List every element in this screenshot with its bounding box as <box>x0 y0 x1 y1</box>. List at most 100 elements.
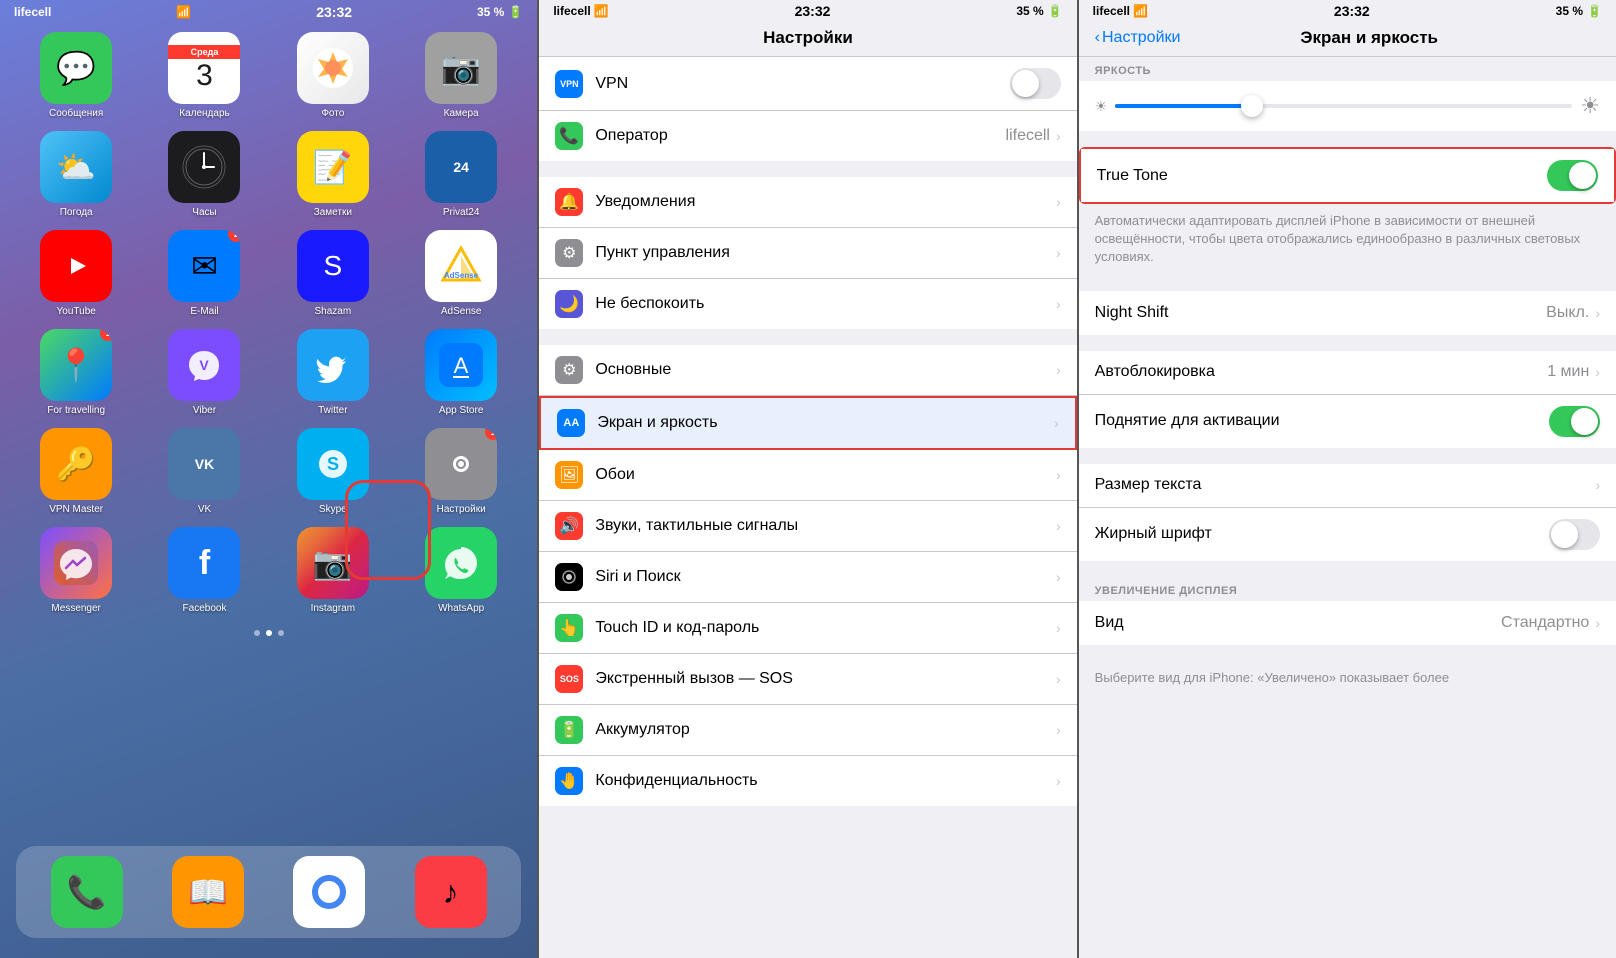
app-appstore[interactable]: A App Store <box>401 329 521 416</box>
app-weather[interactable]: ⛅ Погода <box>16 131 136 218</box>
settings-row-dnd[interactable]: 🌙 Не беспокоить › <box>539 279 1076 329</box>
app-messages[interactable]: 💬 Сообщения <box>16 32 136 119</box>
settings-row-truetone[interactable]: True Tone <box>1081 149 1614 202</box>
app-calendar[interactable]: Среда 3 Календарь <box>144 32 264 119</box>
app-twitter[interactable]: Twitter <box>273 329 393 416</box>
battery-label: Аккумулятор <box>595 721 1056 739</box>
app-camera[interactable]: 📷 Камера <box>401 32 521 119</box>
settings-row-wallpaper[interactable]: 🖼 Обои › <box>539 450 1076 501</box>
dock-chrome[interactable] <box>293 856 365 928</box>
svg-text:A: A <box>454 353 469 378</box>
notifications-chevron: › <box>1056 194 1061 210</box>
siri-label: Siri и Поиск <box>595 568 1056 586</box>
app-vk-label: VK <box>198 504 211 515</box>
settings-row-display[interactable]: AA Экран и яркость › <box>539 396 1076 450</box>
app-notes[interactable]: 📝 Заметки <box>273 131 393 218</box>
svg-text:V: V <box>200 357 210 373</box>
app-messenger[interactable]: Messenger <box>16 527 136 614</box>
email-badge: 2 <box>228 230 240 242</box>
time-home: 23:32 <box>316 4 352 20</box>
dock-phone[interactable]: 📞 <box>51 856 123 928</box>
app-vk[interactable]: VK VK <box>144 428 264 515</box>
settings-row-sos[interactable]: SOS Экстренный вызов — SOS › <box>539 654 1076 705</box>
settings-row-control[interactable]: ⚙ Пункт управления › <box>539 228 1076 279</box>
settings-row-notifications[interactable]: 🔔 Уведомления › <box>539 177 1076 228</box>
settings-row-touchid[interactable]: 👆 Touch ID и код-пароль › <box>539 603 1076 654</box>
app-maps-icon: 📍 1 <box>40 329 112 401</box>
app-clock-label: Часы <box>192 207 216 218</box>
app-youtube[interactable]: YouTube <box>16 230 136 317</box>
app-clock[interactable]: Часы <box>144 131 264 218</box>
app-vpnmaster-icon: 🔑 <box>40 428 112 500</box>
app-viber[interactable]: V Viber <box>144 329 264 416</box>
bold-toggle[interactable] <box>1549 519 1600 550</box>
textsize-label: Размер текста <box>1095 476 1596 494</box>
display-settings-content: ЯРКОСТЬ ☀ ☀ True Tone Автоматически адап… <box>1079 57 1616 958</box>
settings-row-raisewake[interactable]: Поднятие для активации <box>1079 395 1616 448</box>
app-adsense[interactable]: AdSense AdSense <box>401 230 521 317</box>
app-privat24[interactable]: 24 Privat24 <box>401 131 521 218</box>
settings-row-sounds[interactable]: 🔊 Звуки, тактильные сигналы › <box>539 501 1076 552</box>
back-button[interactable]: ‹ Настройки <box>1095 29 1181 47</box>
battery-icon-home: 🔋 <box>508 5 523 19</box>
wallpaper-icon: 🖼 <box>555 461 583 489</box>
app-photos[interactable]: Фото <box>273 32 393 119</box>
settings-row-vpn[interactable]: VPN VPN <box>539 57 1076 111</box>
dock-music[interactable]: ♪ <box>415 856 487 928</box>
app-photos-icon <box>297 32 369 104</box>
truetone-toggle[interactable] <box>1547 160 1598 191</box>
zoom-description: Выберите вид для iPhone: «Увеличено» пок… <box>1079 661 1616 695</box>
settings-row-view[interactable]: Вид Стандартно › <box>1079 601 1616 645</box>
nightshift-value: Выкл. <box>1546 304 1589 322</box>
settings-row-operator[interactable]: 📞 Оператор lifecell › <box>539 111 1076 161</box>
app-email[interactable]: ✉ 2 E-Mail <box>144 230 264 317</box>
wifi-icon-display: 📶 <box>1133 4 1148 18</box>
settings-row-privacy[interactable]: 🤚 Конфиденциальность › <box>539 756 1076 806</box>
dock-phone-icon: 📞 <box>51 856 123 928</box>
dock-books[interactable]: 📖 <box>172 856 244 928</box>
dnd-label: Не беспокоить <box>595 295 1056 313</box>
app-appstore-label: App Store <box>439 405 483 416</box>
brightness-section-header: ЯРКОСТЬ <box>1079 57 1616 81</box>
raisewake-label: Поднятие для активации <box>1095 412 1549 430</box>
brightness-thumb[interactable] <box>1241 95 1263 117</box>
vpn-icon: VPN <box>555 70 583 98</box>
nightshift-label: Night Shift <box>1095 304 1547 322</box>
time-display: 23:32 <box>1334 3 1370 19</box>
settings-row-autolock[interactable]: Автоблокировка 1 мин › <box>1079 351 1616 395</box>
brightness-fill <box>1115 104 1252 108</box>
settings-row-nightshift[interactable]: Night Shift Выкл. › <box>1079 291 1616 335</box>
dock: 📞 📖 ♪ <box>16 846 521 938</box>
raisewake-toggle[interactable] <box>1549 406 1600 437</box>
operator-icon: 📞 <box>555 122 583 150</box>
vpn-toggle[interactable] <box>1010 68 1061 99</box>
brightness-track[interactable] <box>1115 104 1572 108</box>
zoom-section-header: УВЕЛИЧЕНИЕ ДИСПЛЕЯ <box>1079 577 1616 601</box>
app-calendar-label: Календарь <box>179 108 229 119</box>
calendar-day-num: 3 <box>196 61 213 91</box>
carrier-home: lifecell <box>14 5 51 19</box>
battery-pct-display: 35 % <box>1556 4 1583 18</box>
settings-row-bold[interactable]: Жирный шрифт <box>1079 508 1616 561</box>
general-chevron: › <box>1056 362 1061 378</box>
battery-pct-home: 35 % <box>477 5 504 19</box>
settings-section-alerts: 🔔 Уведомления › ⚙ Пункт управления › 🌙 Н… <box>539 177 1076 329</box>
app-whatsapp-label: WhatsApp <box>438 603 484 614</box>
settings-row-siri[interactable]: Siri и Поиск › <box>539 552 1076 603</box>
app-facebook[interactable]: f Facebook <box>144 527 264 614</box>
settings-row-textsize[interactable]: Размер текста › <box>1079 464 1616 508</box>
view-chevron: › <box>1595 615 1600 631</box>
app-shazam[interactable]: S Shazam <box>273 230 393 317</box>
vpn-toggle-knob <box>1012 70 1039 97</box>
bold-toggle-knob <box>1551 521 1578 548</box>
app-viber-label: Viber <box>193 405 216 416</box>
app-whatsapp-icon <box>425 527 497 599</box>
app-privat24-icon: 24 <box>425 131 497 203</box>
status-bar-display: lifecell 📶 23:32 35 % 🔋 <box>1079 0 1616 22</box>
app-vpnmaster[interactable]: 🔑 VPN Master <box>16 428 136 515</box>
wallpaper-chevron: › <box>1056 467 1061 483</box>
app-weather-icon: ⛅ <box>40 131 112 203</box>
app-maps[interactable]: 📍 1 For travelling <box>16 329 136 416</box>
settings-row-general[interactable]: ⚙ Основные › <box>539 345 1076 396</box>
settings-row-battery[interactable]: 🔋 Аккумулятор › <box>539 705 1076 756</box>
